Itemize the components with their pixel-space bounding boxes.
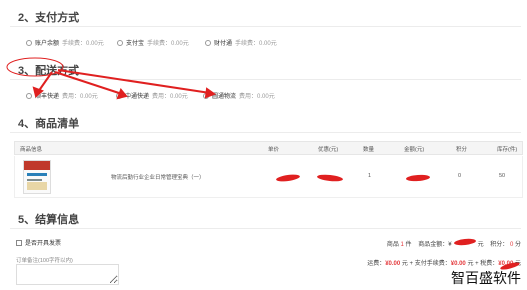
- invoice-checkbox-row[interactable]: 是否开具发票: [16, 238, 61, 247]
- product-stock: 50: [499, 173, 506, 179]
- shipping-fee-label: 运费：: [367, 261, 386, 267]
- amount-currency: ¥: [448, 242, 452, 248]
- radio-button[interactable]: [116, 92, 122, 99]
- radio-button[interactable]: [117, 39, 123, 46]
- payment-option-alipay[interactable]: 支付宝 手续费：0.00元: [117, 38, 189, 47]
- header-stock: 库存(件): [497, 147, 518, 153]
- summary-text: 商品: [386, 242, 399, 248]
- summary-text: 件: [405, 242, 412, 248]
- product-name[interactable]: 物流后勤行业企业日常管理宝典（一）: [111, 173, 205, 181]
- settlement-section-title: 5、结算信息: [18, 214, 80, 226]
- shipping-option-zto[interactable]: 中通快递 费用：0.00元: [116, 91, 188, 100]
- product-quantity: 1: [368, 173, 372, 179]
- summary-text: 元: [477, 242, 484, 248]
- tax-label: 税费：: [480, 261, 499, 267]
- shipping-fee: 费用：0.00元: [62, 94, 98, 100]
- shipping-section-title: 3、配送方式: [18, 65, 80, 77]
- payment-fee-value: ¥0.00: [450, 261, 466, 267]
- radio-button[interactable]: [26, 39, 32, 46]
- header-discount: 优惠(元): [318, 147, 339, 153]
- radio-button[interactable]: [203, 92, 209, 99]
- goods-count: 1: [400, 242, 404, 248]
- goods-section-title: 4、商品清单: [18, 118, 80, 130]
- shipping-option-label: 中通快递: [125, 94, 150, 100]
- payment-option-label: 账户余额: [35, 41, 60, 47]
- payment-option-label: 支付宝: [126, 41, 145, 47]
- header-unit-price: 单价: [268, 147, 280, 153]
- summary-text: 分: [514, 242, 521, 248]
- payment-fee: 手续费：0.00元: [235, 41, 277, 47]
- invoice-checkbox[interactable]: [16, 239, 22, 246]
- payment-option-balance[interactable]: 账户余额 手续费：0.00元: [26, 38, 104, 47]
- watermark-logo: 智百盛软件: [451, 271, 521, 287]
- points-label: 积分：: [490, 242, 509, 248]
- order-note-input[interactable]: [16, 264, 119, 285]
- goods-summary: 商品 1 件 商品金额：¥ 元 积分： 0 分: [387, 239, 521, 248]
- section-divider: [10, 26, 521, 27]
- payment-option-tenpay[interactable]: 财付通 手续费：0.00元: [205, 38, 277, 47]
- fees-summary: 运费：¥0.00 元 + 支付手续费：¥0.00 元 + 税费：¥0.00 元: [367, 258, 521, 267]
- header-amount: 金额(元): [404, 147, 425, 153]
- radio-button[interactable]: [205, 39, 211, 46]
- summary-text: 元 +: [401, 261, 414, 267]
- summary-text: 元 +: [467, 261, 479, 267]
- shipping-option-sf[interactable]: 顺丰快递 费用：0.00元: [26, 91, 98, 100]
- header-info: 商品信息: [20, 147, 43, 153]
- points-value: 0: [509, 242, 514, 248]
- section-divider: [10, 228, 521, 229]
- tax-value: ¥0.00: [498, 261, 514, 267]
- product-thumbnail[interactable]: [23, 160, 51, 194]
- product-points: 0: [458, 173, 462, 179]
- header-points: 积分: [456, 147, 468, 153]
- payment-fee: 手续费：0.00元: [147, 41, 189, 47]
- invoice-label: 是否开具发票: [25, 241, 62, 247]
- amount-label: 商品金额：: [418, 242, 449, 248]
- shipping-option-yto[interactable]: 圆通物流 费用：0.00元: [203, 91, 275, 100]
- goods-table-header: 商品信息 单价 优惠(元) 数量 金额(元) 积分 库存(件): [14, 141, 523, 155]
- shipping-option-label: 顺丰快递: [35, 94, 60, 100]
- arrow-line: [57, 69, 211, 94]
- section-divider: [10, 79, 521, 80]
- payment-fee: 手续费：0.00元: [62, 41, 104, 47]
- shipping-fee: 费用：0.00元: [152, 94, 188, 100]
- payment-fee-label: 支付手续费：: [414, 261, 451, 267]
- order-note-label: 订单备注(100字符以内): [16, 258, 73, 264]
- payment-section-title: 2、支付方式: [18, 12, 80, 24]
- payment-option-label: 财付通: [214, 41, 233, 47]
- summary-text: 元: [514, 261, 521, 267]
- shipping-fee-value: ¥0.00: [385, 261, 401, 267]
- shipping-option-label: 圆通物流: [212, 94, 237, 100]
- header-quantity: 数量: [363, 147, 375, 153]
- shipping-fee: 费用：0.00元: [239, 94, 275, 100]
- section-divider: [10, 132, 521, 133]
- radio-button[interactable]: [26, 92, 32, 99]
- table-row: 物流后勤行业企业日常管理宝典（一） 1 0 50: [14, 156, 523, 198]
